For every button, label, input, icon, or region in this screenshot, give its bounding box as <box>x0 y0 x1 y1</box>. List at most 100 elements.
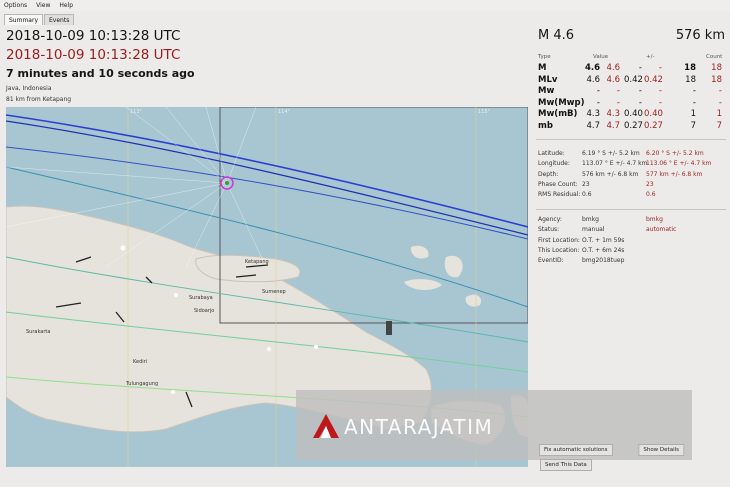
agency-row: Status: manual automatic <box>538 226 726 236</box>
location-cell-label: Depth: <box>538 170 559 178</box>
magnitude-cell-n2: - <box>718 97 722 108</box>
origin-time-secondary: 2018-10-09 10:13:28 UTC <box>6 47 181 63</box>
menu-help[interactable]: Help <box>59 2 73 9</box>
place-surabaya: Surabaya <box>189 295 213 301</box>
place-surakarta: Surakarta <box>26 329 50 335</box>
magnitude-cell-n2: 1 <box>716 109 722 120</box>
menu-view[interactable]: View <box>36 2 50 9</box>
magnitude-cell-n1: 7 <box>690 120 696 131</box>
magnitude-cell-v1: 4.6 <box>584 63 600 73</box>
magnitude-cell-v2: 4.3 <box>606 109 620 120</box>
magnitude-cell-u1: - <box>638 97 642 108</box>
agency-cell-v1: O.T. + 6m 24s <box>582 246 625 254</box>
magnitude-cell-u1: 0.40 <box>624 109 643 120</box>
magnitude-cell-type: Mw(Mwp) <box>538 97 585 108</box>
magnitude-row[interactable]: Mw(Mwp) - - - - - - <box>538 98 726 110</box>
location-cell-label: Phase Count: <box>538 180 578 188</box>
mag-header-pm: +/- <box>646 54 655 60</box>
magnitude-cell-v1: - <box>596 97 600 108</box>
magnitude-cell-v2: 4.6 <box>606 74 620 85</box>
magnitude-row[interactable]: M 4.6 4.6 - - 18 18 <box>538 63 726 75</box>
grid-label-113: 113° <box>130 109 143 115</box>
agency-cell-v1: bmkg <box>582 216 599 223</box>
location-row: Depth: 576 km +/- 6.8 km 577 km +/- 6.8 km <box>538 171 726 181</box>
place-tulungagung: Tulungagung <box>125 381 158 387</box>
show-details-button[interactable]: Show Details <box>638 444 684 456</box>
agency-cell-v2: automatic <box>646 226 677 234</box>
location-cell-label: Longitude: <box>538 160 570 168</box>
magnitude-cell-type: Mw(mB) <box>538 109 578 120</box>
magnitude-cell-u2: 0.40 <box>644 109 663 120</box>
mag-header-count: Count <box>706 54 723 60</box>
agency-row: First Location: O.T. + 1m 59s <box>538 237 726 247</box>
magnitude-cell-v2: 4.6 <box>606 63 620 73</box>
agency-cell-label: This Location: <box>538 246 580 254</box>
menu-options[interactable]: Options <box>4 2 27 9</box>
watermark-overlay: ANTARAJATIM Fix automatic solutions Show… <box>296 390 692 460</box>
agency-cell-v1: bmg2018tuep <box>582 257 625 265</box>
location-row: RMS Residual: 0.6 0.6 <box>538 191 726 201</box>
agency-cell-v2: bmkg <box>646 216 663 223</box>
magnitude-cell-u2: 0.27 <box>644 120 663 131</box>
agency-cell-label: Status: <box>538 226 560 234</box>
magnitude-cell-v2: 4.7 <box>606 120 620 131</box>
magnitude-cell-n1: 18 <box>684 63 696 73</box>
grid-label-115: 115° <box>478 109 491 115</box>
magnitude-cell-v1: 4.7 <box>586 120 600 131</box>
status-bar <box>0 473 730 487</box>
agency-row: Agency: bmkg bmkg <box>538 216 726 226</box>
magnitude-row[interactable]: Mw - - - - - - <box>538 86 726 98</box>
location-cell-v1: 6.19 ° S +/- 5.2 km <box>582 150 640 157</box>
magnitude-row[interactable]: MLv 4.6 4.6 0.42 0.42 18 18 <box>538 75 726 87</box>
magnitude-value: M 4.6 <box>538 28 575 43</box>
region-label: Java, Indonesia <box>6 85 52 92</box>
magnitude-cell-type: M <box>538 63 547 73</box>
agency-cell-v1: O.T. + 1m 59s <box>582 236 625 244</box>
magnitude-cell-u1: - <box>638 63 642 73</box>
tab-summary[interactable]: Summary <box>4 14 43 25</box>
magnitude-cell-u1: 0.42 <box>624 74 643 85</box>
location-cell-v2: 577 km +/- 6.8 km <box>646 170 703 178</box>
mag-header-type: Type <box>538 54 551 60</box>
magnitude-row[interactable]: Mw(mB) 4.3 4.3 0.40 0.40 1 1 <box>538 109 726 121</box>
magnitude-cell-v1: 4.6 <box>586 74 600 85</box>
magnitude-cell-n2: 18 <box>711 63 722 73</box>
magnitude-cell-u1: 0.27 <box>624 120 643 131</box>
location-row: Longitude: 113.07 ° E +/- 4.7 km 113.06 ° … <box>538 160 726 170</box>
antara-logo-icon <box>313 414 339 438</box>
agency-row: EventID: bmg2018tuep <box>538 257 726 267</box>
mag-header-value: Value <box>593 54 609 60</box>
magnitude-cell-n1: - <box>692 97 696 108</box>
location-cell-v1: 23 <box>582 180 590 188</box>
magnitude-cell-n2: - <box>718 86 722 97</box>
agency-cell-label: Agency: <box>538 216 562 223</box>
magnitude-cell-type: Mw <box>538 86 555 97</box>
location-cell-label: Latitude: <box>538 150 565 157</box>
magnitude-cell-n1: - <box>692 86 696 97</box>
send-data-button[interactable]: Send This Data <box>540 459 592 471</box>
magnitude-cell-type: mb <box>538 120 553 131</box>
location-row: Latitude: 6.19 ° S +/- 5.2 km 6.20 ° S +/-… <box>538 150 726 160</box>
magnitude-cell-u2: - <box>658 63 662 73</box>
tab-events[interactable]: Events <box>44 14 75 25</box>
tab-bar: Summary Events <box>4 14 75 25</box>
panel-divider-2 <box>536 209 726 210</box>
magnitude-cell-v1: 4.3 <box>586 109 600 120</box>
place-ketapang: Ketapang <box>245 259 269 265</box>
location-row: Phase Count: 23 23 <box>538 181 726 191</box>
location-cell-v1: 576 km +/- 6.8 km <box>582 170 639 178</box>
location-cell-label: RMS Residual: <box>538 191 581 199</box>
magnitude-cell-n1: 1 <box>690 109 696 120</box>
agency-table: Agency: bmkg bmkg Status: manual automatic Fir… <box>538 216 726 267</box>
location-cell-v2: 113.06 ° E +/- 4.7 km <box>646 160 712 168</box>
watermark-text: ANTARAJATIM <box>344 415 494 439</box>
fix-solutions-button[interactable]: Fix automatic solutions <box>539 444 613 456</box>
place-sumenep: Sumenep <box>262 289 286 295</box>
magnitude-cell-v2: - <box>616 86 620 97</box>
magnitude-cell-v2: - <box>616 97 620 108</box>
agency-cell-label: EventID: <box>538 257 564 265</box>
magnitude-row[interactable]: mb 4.7 4.7 0.27 0.27 7 7 <box>538 121 726 133</box>
magnitude-cell-u1: - <box>638 86 642 97</box>
location-cell-v2: 0.6 <box>646 191 656 199</box>
magnitude-cell-u2: 0.42 <box>644 74 663 85</box>
